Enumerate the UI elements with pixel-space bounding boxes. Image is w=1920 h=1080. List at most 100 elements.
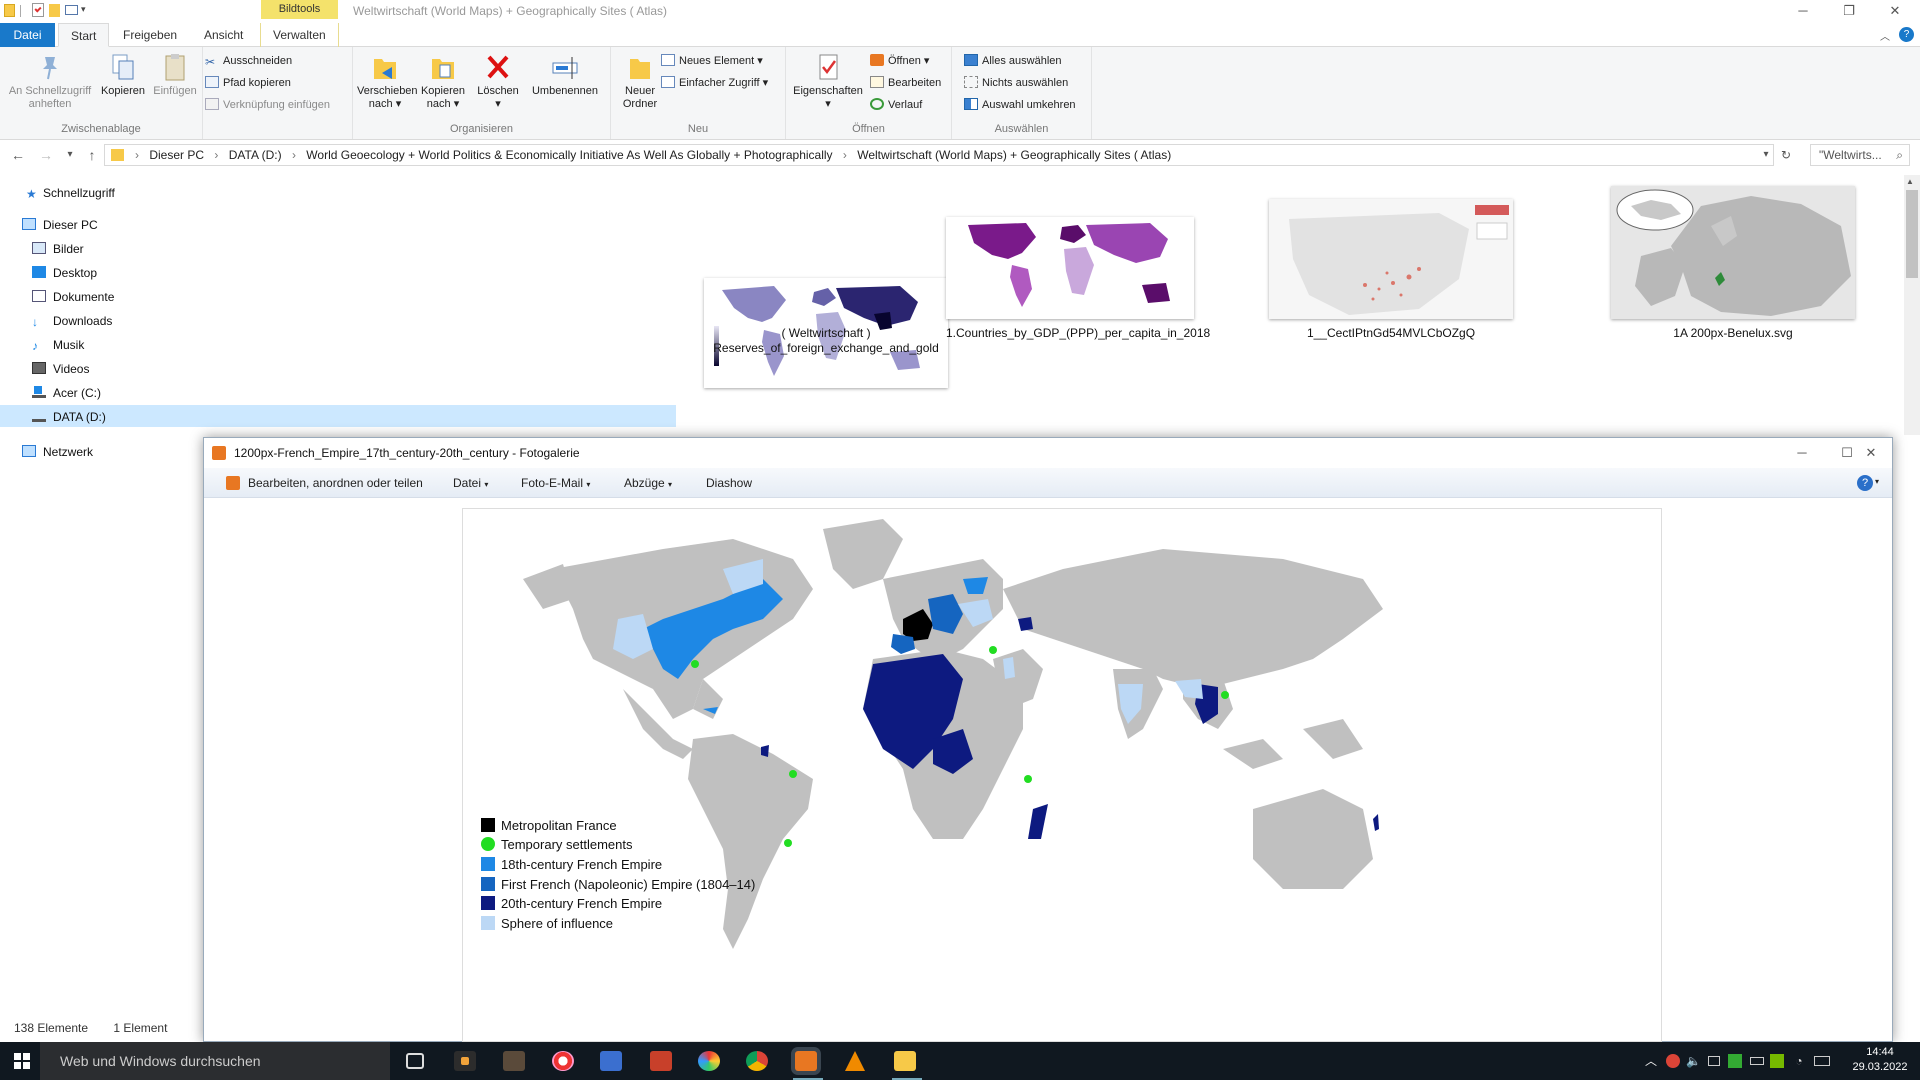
select-all-button[interactable]: Alles auswählen [964, 52, 1062, 70]
tab-datei[interactable]: Datei [0, 23, 55, 47]
properties-quick-icon[interactable] [32, 3, 44, 17]
forward-arrow-icon[interactable]: → [36, 146, 56, 164]
file-thumbnail[interactable] [1269, 199, 1513, 319]
file-name[interactable]: ( Weltwirtschaft ) Reserves_of_foreign_e… [704, 326, 948, 356]
pin-quick-access-button[interactable]: An Schnellzugriff anheften [4, 51, 96, 111]
nav-this-pc[interactable]: Dieser PC [22, 214, 98, 236]
refresh-icon[interactable]: ↻ [1776, 146, 1796, 164]
nav-item-downloads[interactable]: ↓ Downloads [32, 310, 112, 332]
tray-chrome-icon[interactable] [1666, 1054, 1680, 1068]
taskbar-search-input[interactable]: Web und Windows durchsuchen [40, 1042, 390, 1080]
menu-abzuege[interactable]: Abzüge ▾ [624, 476, 672, 490]
gauge-icon[interactable]: ◔ [1792, 1054, 1806, 1068]
browser-app-icon[interactable] [552, 1051, 574, 1071]
file-thumbnail[interactable] [1611, 186, 1855, 319]
file-name[interactable]: 1A 200px-Benelux.svg [1611, 326, 1855, 341]
rename-button[interactable]: Umbenennen [527, 51, 603, 98]
menu-datei[interactable]: Datei ▾ [453, 476, 488, 490]
breadcrumb-weltwirtschaft[interactable]: Weltwirtschaft (World Maps) + Geographic… [857, 148, 1171, 162]
menu-diashow[interactable]: Diashow [706, 476, 752, 490]
search-input[interactable]: "Weltwirts... ⌕ [1810, 144, 1910, 166]
history-button[interactable]: Verlauf [870, 96, 922, 114]
recent-locations-chevron-icon[interactable]: ▾ [60, 146, 80, 164]
open-button[interactable]: Öffnen ▾ [870, 52, 929, 70]
collapse-ribbon-icon[interactable]: ︿ [1880, 28, 1890, 43]
restore-button[interactable]: ❐ [1826, 0, 1872, 22]
tray-expand-chevron-icon[interactable]: ︿ [1644, 1054, 1658, 1068]
nav-item-data-d[interactable]: DATA (D:) [32, 406, 106, 428]
photo-viewer-app-icon[interactable] [600, 1051, 622, 1071]
delete-button[interactable]: Löschen ▾ [473, 51, 523, 111]
up-arrow-icon[interactable]: ↑ [82, 146, 102, 164]
cut-button[interactable]: ✂ Ausschneiden [205, 52, 292, 70]
move-to-button[interactable]: Verschieben nach ▾ [357, 51, 418, 111]
scroll-up-arrow-icon[interactable]: ▲ [1906, 177, 1914, 186]
back-arrow-icon[interactable]: ← [8, 146, 28, 164]
paste-button[interactable]: Einfügen [150, 51, 200, 98]
file-explorer-taskbar-icon[interactable] [894, 1051, 916, 1071]
help-icon[interactable]: ? [1857, 475, 1873, 491]
editor-app-icon[interactable] [650, 1051, 672, 1071]
customize-quick-access-icon[interactable]: ▾ [81, 4, 86, 15]
windows-start-icon[interactable] [14, 1053, 30, 1069]
gallery-close-button[interactable]: ✕ [1848, 442, 1894, 464]
address-dropdown-chevron-icon[interactable]: ▾ [1756, 146, 1776, 164]
menu-edit-organize-share[interactable]: Bearbeiten, anordnen oder teilen [248, 476, 423, 490]
chevron-right-icon[interactable]: › [292, 148, 296, 162]
breadcrumb-data-d[interactable]: DATA (D:) [229, 148, 282, 162]
copy-path-button[interactable]: Pfad kopieren [205, 74, 291, 92]
vlc-cone-icon[interactable] [845, 1051, 865, 1071]
breadcrumb-this-pc[interactable]: Dieser PC [149, 148, 204, 162]
tab-ansicht[interactable]: Ansicht [192, 23, 255, 47]
paste-shortcut-button[interactable]: Verknüpfung einfügen [205, 96, 330, 114]
tray-app-icon[interactable] [1728, 1054, 1742, 1068]
nav-quick-access[interactable]: ★ Schnellzugriff [26, 182, 115, 204]
keyboard-icon[interactable] [1814, 1056, 1830, 1066]
file-manager-app-icon[interactable] [503, 1051, 525, 1071]
scrollbar-thumb[interactable] [1906, 190, 1918, 278]
easy-access-button[interactable]: Einfacher Zugriff ▾ [661, 74, 768, 92]
tab-start[interactable]: Start [58, 23, 110, 47]
help-icon[interactable]: ? [1899, 27, 1914, 42]
media-app-icon[interactable] [698, 1051, 720, 1071]
photo-gallery-taskbar-icon[interactable] [795, 1051, 817, 1071]
nav-network[interactable]: Netzwerk [22, 441, 93, 463]
new-folder-button[interactable]: Neuer Ordner [615, 51, 665, 111]
chevron-right-icon[interactable]: › [214, 148, 218, 162]
help-chevron-down-icon[interactable]: ▾ [1875, 477, 1879, 486]
copy-button[interactable]: Kopieren [98, 51, 148, 98]
new-item-button[interactable]: Neues Element ▾ [661, 52, 763, 70]
minimize-button[interactable]: ─ [1780, 0, 1826, 22]
breadcrumb-world-geoecology[interactable]: World Geoecology + World Politics & Econ… [306, 148, 832, 162]
chrome-icon[interactable] [746, 1051, 768, 1071]
nav-item-bilder[interactable]: Bilder [32, 238, 84, 260]
nav-item-musik[interactable]: ♪ Musik [32, 334, 84, 356]
copy-to-button[interactable]: Kopieren nach ▾ [415, 51, 471, 111]
nav-item-desktop[interactable]: Desktop [32, 262, 97, 284]
gallery-minimize-button[interactable]: ─ [1779, 442, 1825, 464]
nav-item-dokumente[interactable]: Dokumente [32, 286, 114, 308]
file-name[interactable]: 1__CectIPtnGd54MVLCbOZgQ [1269, 326, 1513, 341]
select-none-button[interactable]: Nichts auswählen [964, 74, 1068, 92]
file-thumbnail[interactable] [946, 217, 1194, 319]
app-icon[interactable] [454, 1051, 476, 1071]
new-folder-quick-icon[interactable] [49, 4, 60, 17]
nav-item-acer-c[interactable]: Acer (C:) [32, 382, 101, 404]
clock[interactable]: 14:44 29.03.2022 [1845, 1045, 1915, 1075]
volume-icon[interactable]: 🔈 [1686, 1054, 1701, 1068]
file-name[interactable]: 1.Countries_by_GDP_(PPP)_per_capita_in_2… [946, 326, 1210, 341]
task-view-icon[interactable] [406, 1053, 424, 1069]
address-field[interactable]: › Dieser PC › DATA (D:) › World Geoecolo… [104, 144, 1774, 166]
chevron-right-icon[interactable]: › [843, 148, 847, 162]
nav-item-videos[interactable]: Videos [32, 358, 89, 380]
rename-quick-icon[interactable] [65, 5, 78, 15]
invert-selection-button[interactable]: Auswahl umkehren [964, 96, 1076, 114]
close-button[interactable]: ✕ [1872, 0, 1918, 22]
tab-freigeben[interactable]: Freigeben [111, 23, 189, 47]
nvidia-icon[interactable] [1770, 1054, 1784, 1068]
edit-button[interactable]: Bearbeiten [870, 74, 941, 92]
tab-verwalten[interactable]: Verwalten [260, 23, 339, 47]
network-icon[interactable] [1708, 1056, 1720, 1066]
properties-button[interactable]: Eigenschaften ▾ [790, 51, 866, 111]
menu-foto-email[interactable]: Foto-E-Mail ▾ [521, 476, 590, 490]
